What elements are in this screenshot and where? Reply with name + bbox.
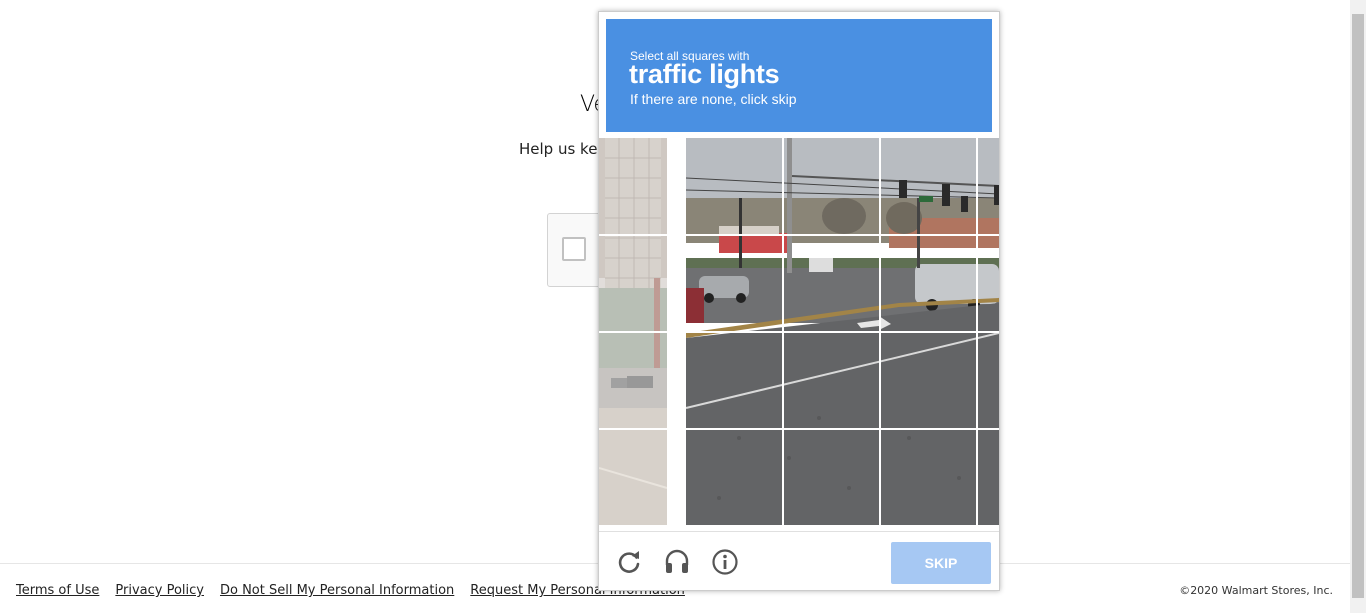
captcha-image-area (599, 138, 999, 525)
captcha-tile[interactable] (880, 429, 977, 525)
captcha-target-label: traffic lights (629, 59, 780, 89)
vertical-scrollbar[interactable] (1350, 0, 1366, 613)
reload-icon[interactable] (615, 548, 643, 576)
info-icon[interactable] (711, 548, 739, 576)
captcha-tile[interactable] (977, 429, 999, 525)
captcha-skip-hint: If there are none, click skip (630, 91, 797, 107)
scrollbar-thumb[interactable] (1352, 14, 1364, 598)
captcha-tile-grid (686, 138, 999, 525)
captcha-tile[interactable] (783, 138, 880, 235)
captcha-header: Select all squares with traffic lights I… (606, 19, 992, 132)
captcha-tile[interactable] (686, 235, 783, 332)
copyright: ©2020 Walmart Stores, Inc. (1179, 584, 1333, 597)
captcha-tile[interactable] (783, 429, 880, 525)
skip-button[interactable]: SKIP (891, 542, 991, 584)
captcha-tile[interactable] (977, 138, 999, 235)
captcha-tile[interactable] (686, 138, 783, 235)
do-not-sell-link[interactable]: Do Not Sell My Personal Information (220, 583, 454, 598)
captcha-tile[interactable] (880, 332, 977, 429)
audio-icon[interactable] (663, 548, 691, 576)
verify-checkbox[interactable] (562, 237, 586, 261)
captcha-tile[interactable] (880, 235, 977, 332)
captcha-challenge: Select all squares with traffic lights I… (598, 11, 1000, 591)
captcha-tile[interactable] (686, 332, 783, 429)
captcha-tile[interactable] (783, 235, 880, 332)
footer-links: Terms of Use Privacy Policy Do Not Sell … (16, 583, 685, 598)
captcha-footer: SKIP (599, 531, 999, 591)
captcha-tile[interactable] (880, 138, 977, 235)
captcha-tile[interactable] (977, 235, 999, 332)
captcha-tile[interactable] (783, 332, 880, 429)
page-subtext: Help us kee (519, 140, 607, 158)
captcha-tile[interactable] (686, 429, 783, 525)
privacy-policy-link[interactable]: Privacy Policy (115, 583, 204, 598)
captcha-tile[interactable] (977, 332, 999, 429)
terms-of-use-link[interactable]: Terms of Use (16, 583, 99, 598)
